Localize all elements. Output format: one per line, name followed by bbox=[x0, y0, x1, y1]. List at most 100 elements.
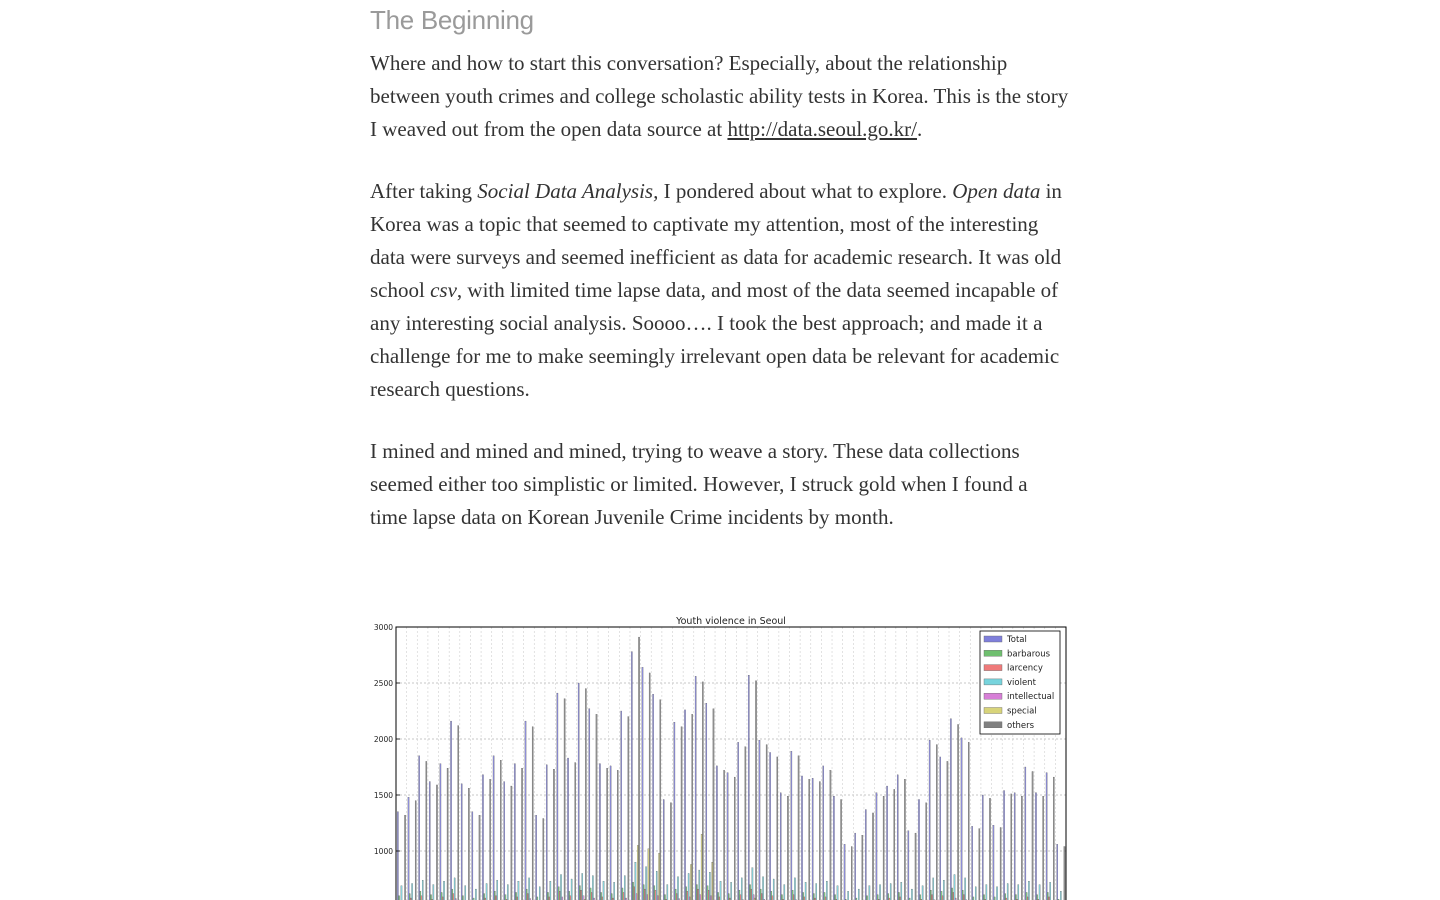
bar-total bbox=[684, 709, 686, 900]
bar-barbarous bbox=[717, 892, 719, 900]
bar-larcency bbox=[569, 895, 572, 900]
bar-total bbox=[673, 722, 676, 900]
bar-larcency bbox=[739, 894, 742, 900]
bar-total bbox=[588, 708, 591, 900]
bar-others bbox=[574, 762, 576, 900]
bar-larcency bbox=[761, 893, 763, 900]
bar-total bbox=[620, 710, 622, 900]
bar-barbarous bbox=[430, 894, 432, 900]
bar-violent bbox=[921, 885, 924, 900]
paragraph-discovery: I mined and mined and mined, trying to w… bbox=[370, 439, 1028, 529]
bar-total bbox=[737, 742, 739, 900]
bar-barbarous bbox=[515, 892, 517, 900]
bar-others bbox=[531, 726, 534, 900]
bar-total bbox=[896, 774, 899, 900]
legend-swatch-total bbox=[983, 635, 1003, 643]
bar-barbarous bbox=[483, 893, 485, 900]
csv-term: csv bbox=[430, 278, 457, 302]
bar-total bbox=[1056, 844, 1058, 900]
bar-violent bbox=[422, 879, 424, 900]
bar-barbarous bbox=[568, 891, 570, 900]
bar-total bbox=[663, 799, 665, 900]
paragraph-background-text-1: After taking bbox=[370, 179, 478, 203]
bar-others bbox=[893, 789, 896, 900]
paragraph-background-text-4: , with limited time lapse data, and most… bbox=[370, 278, 1060, 401]
bar-larcency bbox=[590, 892, 593, 900]
bar-others bbox=[500, 760, 502, 900]
bar-larcency bbox=[793, 894, 795, 900]
bar-violent bbox=[581, 873, 583, 900]
y-tick-label: 1500 bbox=[374, 791, 393, 800]
bar-larcency bbox=[963, 894, 965, 900]
bar-others bbox=[404, 815, 406, 900]
bar-total bbox=[546, 764, 548, 900]
bar-special bbox=[700, 834, 703, 900]
bar-others bbox=[638, 636, 640, 900]
bar-total bbox=[407, 797, 410, 900]
bar-others bbox=[882, 795, 885, 900]
bar-others bbox=[617, 770, 619, 900]
y-tick-label: 2500 bbox=[374, 679, 393, 688]
bar-larcency bbox=[495, 895, 497, 900]
bar-barbarous bbox=[983, 894, 985, 900]
bar-violent bbox=[411, 883, 413, 900]
bar-larcency bbox=[931, 894, 933, 900]
bar-violent bbox=[613, 882, 615, 900]
bar-barbarous bbox=[930, 890, 932, 900]
legend-swatch-larcency bbox=[983, 664, 1003, 671]
bar-barbarous bbox=[749, 884, 751, 900]
chart-bars bbox=[397, 636, 1066, 900]
bar-violent bbox=[570, 878, 573, 900]
bar-others bbox=[957, 724, 959, 900]
bar-intellectual bbox=[657, 895, 659, 900]
bar-total bbox=[556, 692, 559, 900]
bar-violent bbox=[528, 877, 530, 900]
bar-total bbox=[748, 675, 750, 900]
bar-barbarous bbox=[674, 888, 677, 900]
bar-others bbox=[553, 769, 555, 900]
bar-total bbox=[1024, 766, 1027, 900]
bar-total bbox=[567, 757, 569, 900]
bar-special bbox=[647, 848, 650, 900]
legend-swatch-special bbox=[983, 707, 1003, 714]
bar-others bbox=[489, 779, 491, 900]
bar-barbarous bbox=[802, 892, 804, 900]
bar-others bbox=[425, 761, 428, 900]
bar-others bbox=[936, 744, 938, 900]
bar-barbarous bbox=[451, 888, 453, 900]
bar-others bbox=[744, 746, 747, 900]
bar-total bbox=[503, 781, 505, 900]
bar-violent bbox=[549, 881, 552, 900]
bar-larcency bbox=[580, 890, 582, 900]
bar-larcency bbox=[750, 888, 752, 900]
bar-total bbox=[758, 739, 761, 900]
bar-violent bbox=[719, 881, 722, 900]
bar-intellectual bbox=[646, 894, 649, 900]
bar-total bbox=[609, 765, 612, 900]
bar-intellectual bbox=[699, 894, 702, 900]
bar-violent bbox=[751, 867, 754, 900]
bar-violent bbox=[847, 891, 849, 900]
bar-total bbox=[854, 832, 856, 900]
bar-violent bbox=[826, 881, 828, 900]
bar-barbarous bbox=[876, 894, 879, 900]
bar-barbarous bbox=[1047, 892, 1049, 900]
legend-label-barbarous: barbarous bbox=[1007, 649, 1051, 659]
bar-larcency bbox=[941, 895, 944, 900]
bar-barbarous bbox=[738, 890, 741, 900]
bar-larcency bbox=[420, 895, 423, 900]
bar-barbarous bbox=[887, 893, 890, 900]
bar-others bbox=[691, 714, 693, 900]
bar-barbarous bbox=[462, 895, 464, 900]
bar-total bbox=[418, 755, 420, 900]
bar-violent bbox=[400, 885, 403, 900]
bar-violent bbox=[698, 869, 700, 900]
bar-others bbox=[861, 835, 864, 900]
bar-violent bbox=[1038, 884, 1041, 900]
bar-total bbox=[960, 737, 963, 900]
bar-barbarous bbox=[898, 892, 900, 900]
bar-total bbox=[641, 667, 644, 900]
bar-special bbox=[637, 845, 639, 900]
bar-violent bbox=[507, 884, 509, 900]
data-source-link[interactable]: http://data.seoul.go.kr/ bbox=[727, 117, 917, 141]
